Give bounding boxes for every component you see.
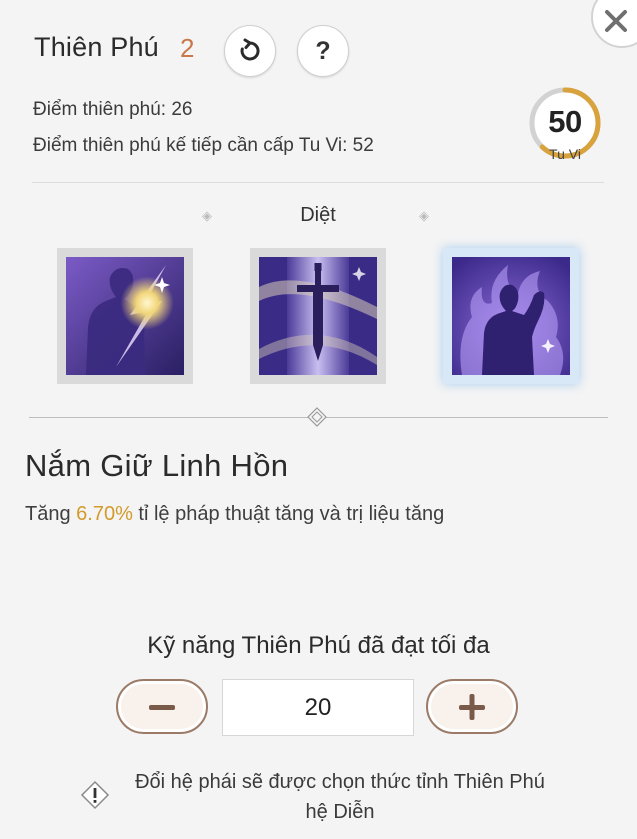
talent-tree-label: Diệt — [300, 204, 336, 226]
soul-strike-icon — [66, 257, 184, 375]
close-icon — [605, 10, 627, 32]
talent-count: 2 — [180, 33, 195, 63]
next-point-requirement: Điểm thiên phú kế tiếp cần cấp Tu Vi: 52 — [33, 135, 374, 156]
max-level-message: Kỹ năng Thiên Phú đã đạt tối đa — [147, 632, 490, 659]
reset-button[interactable] — [224, 25, 276, 77]
note-line-1: Đổi hệ phái sẽ được chọn thức tỉnh Thiên… — [135, 771, 545, 793]
diamond-right-icon: ◈ — [419, 208, 429, 223]
skill-description-value: 6.70% — [76, 503, 133, 525]
header-divider — [32, 182, 604, 183]
decrease-button[interactable] — [116, 679, 208, 734]
sword-icon — [259, 257, 377, 375]
diamond-left-icon: ◈ — [202, 208, 212, 223]
help-icon: ? — [315, 36, 331, 65]
flame-body-icon — [452, 257, 570, 375]
skill-description: Tăng 6.70% tỉ lệ pháp thuật tăng và trị … — [25, 503, 444, 526]
note-line-2: hệ Diễn — [305, 801, 375, 823]
level-caption: Tu Vi — [549, 146, 581, 162]
plus-icon — [459, 693, 485, 720]
increase-button[interactable] — [426, 679, 518, 734]
talent-skill-1[interactable] — [57, 248, 193, 384]
quantity-input[interactable] — [222, 679, 414, 736]
skill-description-prefix: Tăng — [25, 503, 77, 525]
minus-icon — [149, 704, 175, 710]
help-button[interactable]: ? — [297, 25, 349, 77]
page-title: Thiên Phú — [34, 32, 159, 62]
skill-name: Nắm Giữ Linh Hồn — [25, 448, 289, 483]
talent-skill-3[interactable] — [443, 248, 579, 384]
skill-description-suffix: tỉ lệ pháp thuật tăng và trị liệu tăng — [132, 503, 445, 525]
talent-skill-2[interactable] — [250, 248, 386, 384]
reset-icon — [240, 38, 260, 61]
note-text: Đổi hệ phái sẽ được chọn thức tỉnh Thiên… — [100, 767, 580, 827]
divider-diamond-icon — [307, 407, 327, 427]
level-value: 50 — [548, 104, 582, 139]
talent-points: Điểm thiên phú: 26 — [33, 99, 193, 120]
close-button[interactable] — [591, 0, 637, 48]
